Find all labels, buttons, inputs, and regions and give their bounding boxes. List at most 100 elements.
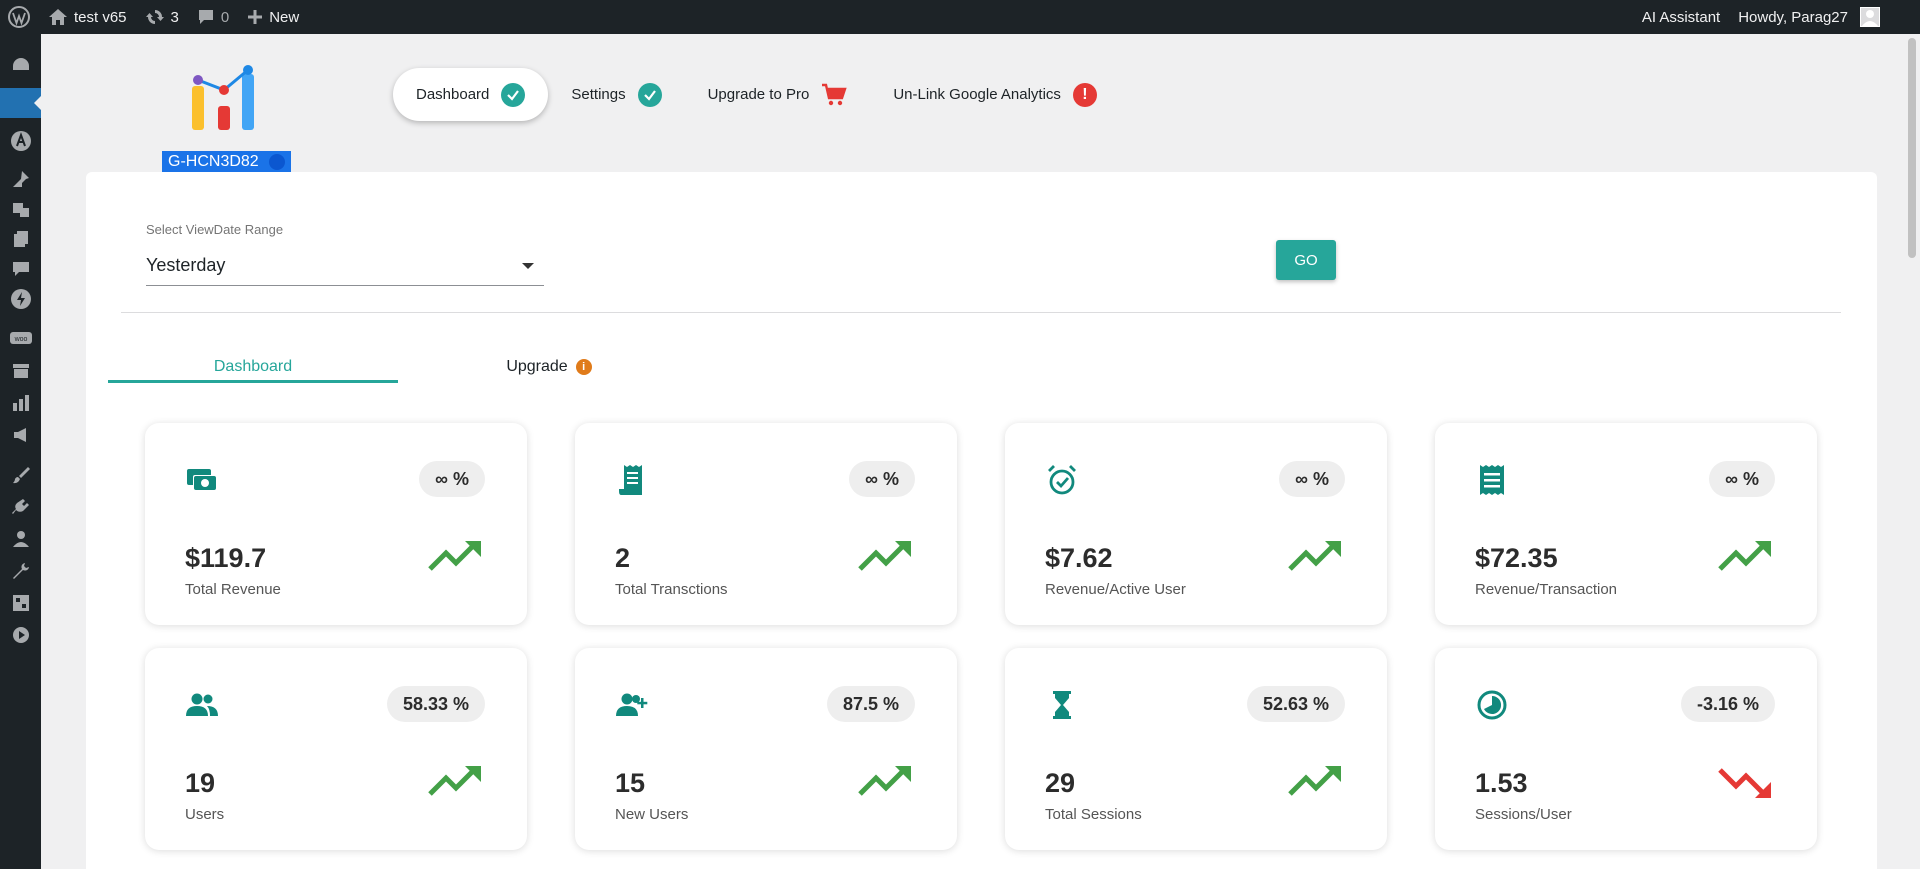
comments-count: 0 (220, 8, 230, 26)
new-content-link[interactable]: New (238, 0, 308, 34)
nav-dashboard[interactable]: Dashboard (393, 68, 549, 121)
metric-value: $72.35 (1475, 543, 1558, 573)
metric-value: 19 (185, 768, 216, 798)
menu-analytics[interactable] (0, 388, 41, 418)
trending-up-icon (1288, 541, 1341, 571)
page-scrollbar[interactable] (1903, 34, 1920, 869)
play-icon (12, 627, 29, 643)
analytics-logo-icon (192, 65, 254, 130)
change-badge: 87.5 % (826, 686, 915, 722)
change-badge: -3.16 % (1680, 686, 1775, 722)
menu-media-player[interactable] (0, 620, 41, 650)
metric-value: 2 (615, 543, 631, 573)
trending-down-icon (1718, 768, 1771, 798)
go-button[interactable]: GO (1276, 240, 1336, 280)
menu-comments[interactable] (0, 254, 41, 284)
menu-products[interactable] (0, 356, 41, 386)
metric-label: New Users (615, 806, 689, 823)
comments-icon (12, 262, 29, 276)
pages-icon (13, 231, 28, 247)
trending-up-icon (858, 766, 911, 796)
nav-unlink-google-analytics[interactable]: Un-Link Google Analytics ! (870, 68, 1120, 121)
wrench-icon (12, 563, 29, 579)
check-circle-icon (637, 82, 662, 107)
menu-dashboard[interactable] (0, 50, 41, 80)
home-icon (49, 9, 67, 25)
updates-link[interactable]: 3 (136, 0, 188, 34)
menu-appearance[interactable] (0, 460, 41, 490)
menu-woocommerce[interactable]: woo (0, 324, 41, 354)
menu-astra[interactable] (0, 126, 41, 156)
menu-users[interactable] (0, 524, 41, 554)
divider (121, 312, 1841, 313)
admin-bar: test v65 3 0 New AI Assistant Howdy, Par… (0, 0, 1920, 34)
howdy-label: Howdy, Parag27 (1738, 8, 1848, 26)
metric-label: Total Revenue (185, 581, 281, 598)
admin-menu: woo (0, 34, 41, 869)
cart-icon (822, 83, 847, 105)
date-range-select[interactable]: Yesterday (146, 246, 544, 286)
change-badge: ∞ % (1709, 461, 1775, 497)
info-icon: i (575, 359, 592, 375)
comments-link[interactable]: 0 (188, 0, 238, 34)
speedometer-icon (12, 58, 29, 70)
metric-label: Revenue/Transaction (1475, 581, 1618, 598)
tab-upgrade[interactable]: Upgrade i (474, 350, 624, 384)
metric-label: Revenue/Active User (1045, 581, 1186, 598)
metric-card-revenue-per-transaction: ∞ % $72.35 Revenue/Transaction (1435, 423, 1817, 625)
scrollbar-thumb[interactable] (1908, 38, 1916, 258)
plugin-top-nav: Dashboard Settings Upgrade to Pro Un-Lin… (393, 68, 1120, 121)
menu-stripe[interactable] (0, 284, 41, 314)
media-icon (12, 203, 29, 217)
nav-upgrade-to-pro[interactable]: Upgrade to Pro (685, 68, 871, 121)
brush-icon (12, 467, 30, 484)
metric-card-new-users: 87.5 % 15 New Users (575, 648, 957, 850)
metric-value: 29 (1045, 768, 1076, 798)
menu-active-plugin[interactable] (0, 88, 41, 118)
menu-plugins[interactable] (0, 492, 41, 522)
property-id-text: G-HCN3D82 (168, 153, 259, 170)
menu-tools[interactable] (0, 556, 41, 586)
my-account-link[interactable]: Howdy, Parag27 (1729, 0, 1920, 34)
settings-grid-icon (12, 595, 29, 611)
metric-label: Total Transctions (615, 581, 728, 598)
menu-pages[interactable] (0, 224, 41, 254)
trending-up-icon (1718, 541, 1771, 571)
metric-card-total-revenue: ∞ % $119.7 Total Revenue (145, 423, 527, 625)
trending-up-icon (1288, 766, 1341, 796)
nav-settings-label: Settings (571, 86, 626, 103)
new-label: New (269, 8, 300, 26)
property-id-field[interactable]: G-HCN3D82 (162, 151, 291, 172)
date-range-value: Yesterday (146, 255, 226, 275)
receipt-icon (615, 463, 649, 497)
ai-assistant-label: AI Assistant (1641, 8, 1721, 26)
menu-media[interactable] (0, 194, 41, 224)
wordpress-icon (8, 6, 30, 28)
metric-card-total-sessions: 52.63 % 29 Total Sessions (1005, 648, 1387, 850)
trending-up-icon (858, 541, 911, 571)
cursor-dot-icon (269, 154, 285, 170)
menu-settings[interactable] (0, 588, 41, 618)
nav-unlink-label: Un-Link Google Analytics (893, 86, 1061, 103)
wordpress-logo-button[interactable] (0, 0, 39, 34)
nav-dashboard-label: Dashboard (416, 86, 490, 103)
user-icon (12, 531, 29, 547)
metric-value: $119.7 (185, 543, 267, 573)
menu-marketing[interactable] (0, 420, 41, 450)
ai-assistant-link[interactable]: AI Assistant (1633, 0, 1729, 34)
pin-icon (12, 171, 29, 187)
tab-active-indicator (108, 380, 398, 383)
megaphone-icon (13, 428, 26, 442)
tab-dashboard[interactable]: Dashboard (108, 350, 398, 384)
list-receipt-icon (1475, 463, 1509, 497)
metric-value: 15 (615, 768, 646, 798)
change-badge: 58.33 % (386, 686, 485, 722)
metric-card-total-transactions: ∞ % 2 Total Transctions (575, 423, 957, 625)
menu-posts[interactable] (0, 164, 41, 194)
check-circle-icon (501, 82, 526, 107)
nav-settings[interactable]: Settings (548, 68, 684, 121)
site-name-link[interactable]: test v65 (39, 0, 136, 34)
comment-icon (198, 10, 213, 24)
plus-icon (248, 10, 263, 24)
archive-icon (12, 364, 29, 378)
